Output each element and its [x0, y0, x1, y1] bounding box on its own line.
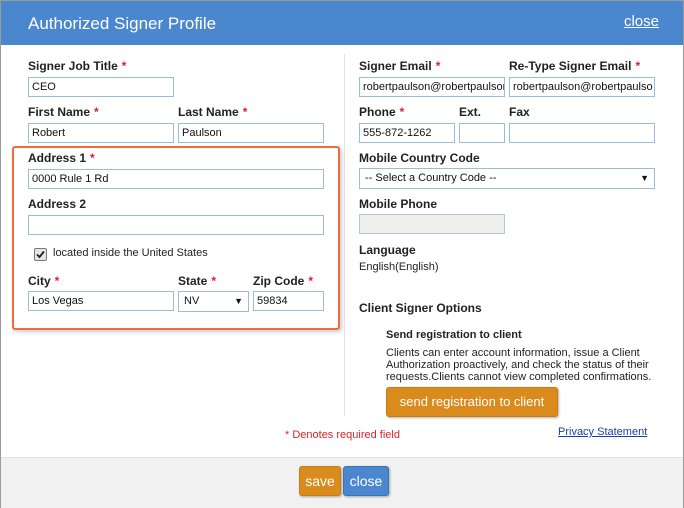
- address1-label: Address 1 *: [28, 151, 95, 165]
- state-label: State *: [178, 274, 217, 288]
- caret-down-icon: ▼: [640, 173, 649, 183]
- mobile-country-select[interactable]: -- Select a Country Code -- ▼: [359, 168, 655, 189]
- save-button[interactable]: save: [299, 466, 341, 496]
- city-input[interactable]: Los Vegas: [28, 291, 174, 311]
- state-select[interactable]: NV ▼: [178, 291, 249, 312]
- privacy-statement-link[interactable]: Privacy Statement: [558, 426, 647, 438]
- address2-input[interactable]: [28, 215, 324, 235]
- zip-input[interactable]: 59834: [253, 291, 324, 311]
- required-marker: *: [121, 59, 127, 73]
- close-button[interactable]: close: [343, 466, 389, 496]
- phone-input[interactable]: 555-872-1262: [359, 123, 455, 143]
- state-selected-value: NV: [184, 295, 200, 307]
- us-location-checkbox[interactable]: [34, 248, 47, 261]
- mobile-phone-input[interactable]: [359, 214, 505, 234]
- required-marker: *: [308, 274, 313, 288]
- retype-email-label: Re-Type Signer Email *: [509, 59, 641, 73]
- last-name-label: Last Name *: [178, 105, 248, 119]
- required-marker: *: [435, 59, 441, 73]
- column-divider: [344, 54, 345, 416]
- mobile-country-selected-value: -- Select a Country Code --: [365, 172, 497, 184]
- phone-label: Phone *: [359, 105, 405, 119]
- mobile-phone-label: Mobile Phone: [359, 197, 437, 211]
- email-input[interactable]: robertpaulson@robertpaulson: [359, 77, 505, 97]
- dialog-title: Authorized Signer Profile: [28, 14, 217, 33]
- send-registration-description: Clients can enter account information, i…: [386, 347, 652, 383]
- send-registration-button[interactable]: send registration to client: [386, 387, 558, 417]
- required-marker: *: [635, 59, 641, 73]
- required-marker: *: [399, 105, 405, 119]
- mobile-country-label: Mobile Country Code: [359, 151, 480, 165]
- address2-label: Address 2: [28, 197, 87, 211]
- first-name-input[interactable]: Robert: [28, 123, 174, 143]
- dialog-footer: save close: [1, 457, 683, 508]
- send-registration-heading: Send registration to client: [386, 329, 522, 341]
- client-options-heading: Client Signer Options: [359, 301, 482, 315]
- required-marker: *: [242, 105, 248, 119]
- required-marker: *: [54, 274, 60, 288]
- job-title-label: Signer Job Title *: [28, 59, 127, 73]
- fax-label: Fax: [509, 105, 530, 119]
- caret-down-icon: ▼: [234, 296, 243, 306]
- address1-input[interactable]: 0000 Rule 1 Rd: [28, 169, 324, 189]
- required-marker: *: [90, 151, 95, 165]
- retype-email-input[interactable]: robertpaulson@robertpaulso: [509, 77, 655, 97]
- required-field-note: * Denotes required field: [285, 429, 400, 441]
- dialog-body: Signer Job Title * CEO First Name * Robert…: [1, 45, 683, 457]
- language-label: Language: [359, 243, 416, 257]
- ext-input[interactable]: [459, 123, 505, 143]
- ext-label: Ext.: [459, 105, 482, 119]
- fax-input[interactable]: [509, 123, 655, 143]
- last-name-input[interactable]: Paulson: [178, 123, 324, 143]
- dialog-title-bar: Authorized Signer Profile close: [1, 1, 683, 45]
- required-marker: *: [211, 274, 217, 288]
- checkmark-icon: [36, 250, 45, 259]
- authorized-signer-dialog: Authorized Signer Profile close Signer J…: [0, 0, 684, 508]
- us-location-label: located inside the United States: [53, 247, 208, 259]
- dialog-close-link[interactable]: close: [624, 13, 659, 30]
- zip-label: Zip Code *: [253, 274, 313, 288]
- email-label: Signer Email *: [359, 59, 441, 73]
- city-label: City *: [28, 274, 60, 288]
- job-title-input[interactable]: CEO: [28, 77, 174, 97]
- required-marker: *: [94, 105, 99, 119]
- language-value: English(English): [359, 261, 439, 273]
- first-name-label: First Name *: [28, 105, 99, 119]
